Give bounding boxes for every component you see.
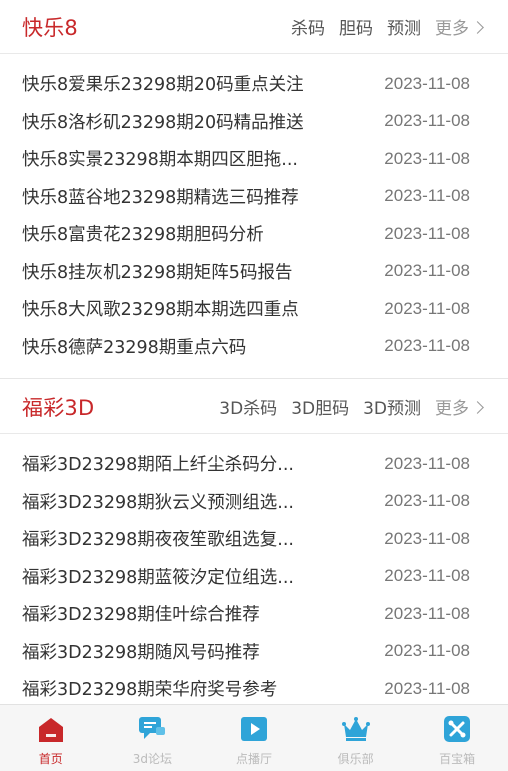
more-link[interactable]: 更多	[435, 394, 484, 419]
item-date: 2023-11-08	[384, 641, 470, 661]
item-title: 快乐8洛杉矶23298期20码精品推送	[22, 112, 304, 133]
more-link[interactable]: 更多	[435, 14, 484, 39]
item-title: 快乐8大风歌23298期本期选四重点	[22, 300, 299, 321]
section-title: 快乐8	[22, 15, 78, 40]
list-item[interactable]: 福彩3D23298期夜夜笙歌组选复... 2023-11-08	[0, 520, 508, 558]
item-date: 2023-11-08	[384, 491, 470, 511]
more-label: 更多	[435, 19, 469, 39]
tab-label: 首页	[38, 752, 63, 766]
home-icon	[36, 714, 66, 744]
list-item[interactable]: 福彩3D23298期佳叶综合推荐 2023-11-08	[0, 595, 508, 633]
crown-icon	[341, 714, 371, 744]
item-title: 福彩3D23298期佳叶综合推荐	[22, 605, 260, 626]
more-label: 更多	[435, 399, 469, 419]
list-item[interactable]: 快乐8富贵花23298期胆码分析 2023-11-08	[0, 215, 508, 253]
tab-label: 点播厅	[235, 752, 272, 766]
section-links: 杀码 胆码 预测 更多	[277, 14, 484, 39]
video-play-icon	[239, 714, 269, 744]
section-title: 福彩3D	[22, 395, 95, 420]
list-item[interactable]: 福彩3D23298期荣华府奖号参考 2023-11-08	[0, 670, 508, 708]
item-date: 2023-11-08	[384, 298, 470, 318]
list-item[interactable]: 快乐8德萨23298期重点六码 2023-11-08	[0, 328, 508, 366]
item-date: 2023-11-08	[384, 223, 470, 243]
section-header: 福彩3D 3D杀码 3D胆码 3D预测 更多	[0, 380, 508, 434]
item-title: 快乐8实景23298期本期四区胆拖...	[22, 150, 298, 171]
section-kl8: 快乐8 杀码 胆码 预测 更多 快乐8爱果乐23298期20码重点关注 2023-…	[0, 0, 508, 365]
link-forecast[interactable]: 预测	[387, 14, 421, 39]
item-title: 快乐8蓝谷地23298期精选三码推荐	[22, 187, 299, 208]
item-title: 福彩3D23298期夜夜笙歌组选复...	[22, 530, 294, 551]
article-list: 福彩3D23298期陌上纤尘杀码分... 2023-11-08 福彩3D23298…	[0, 434, 508, 708]
chevron-right-icon	[471, 20, 484, 34]
bottom-tab-bar: 首页 3d论坛 点播厅 俱乐部 百宝箱	[0, 704, 508, 771]
list-item[interactable]: 福彩3D23298期陌上纤尘杀码分... 2023-11-08	[0, 445, 508, 483]
section-links: 3D杀码 3D胆码 3D预测 更多	[205, 394, 484, 419]
item-date: 2023-11-08	[384, 566, 470, 586]
list-item[interactable]: 快乐8爱果乐23298期20码重点关注 2023-11-08	[0, 65, 508, 103]
item-date: 2023-11-08	[384, 148, 470, 168]
tab-label: 3d论坛	[132, 752, 173, 766]
section-divider	[0, 378, 508, 379]
tab-home[interactable]: 首页	[0, 705, 102, 771]
item-title: 福彩3D23298期荣华府奖号参考	[22, 680, 278, 701]
list-item[interactable]: 快乐8洛杉矶23298期20码精品推送 2023-11-08	[0, 103, 508, 141]
tab-toolbox[interactable]: 百宝箱	[406, 705, 508, 771]
item-title: 快乐8富贵花23298期胆码分析	[22, 225, 264, 246]
list-item[interactable]: 福彩3D23298期蓝筱汐定位组选... 2023-11-08	[0, 558, 508, 596]
tab-label: 俱乐部	[337, 752, 374, 766]
list-item[interactable]: 快乐8蓝谷地23298期精选三码推荐 2023-11-08	[0, 178, 508, 216]
item-title: 快乐8德萨23298期重点六码	[22, 337, 247, 358]
item-title: 福彩3D23298期随风号码推荐	[22, 642, 260, 663]
tab-label: 百宝箱	[439, 752, 476, 766]
item-date: 2023-11-08	[384, 603, 470, 623]
item-date: 2023-11-08	[384, 453, 470, 473]
list-item[interactable]: 快乐8实景23298期本期四区胆拖... 2023-11-08	[0, 140, 508, 178]
item-date: 2023-11-08	[384, 261, 470, 281]
toolbox-icon	[442, 714, 472, 744]
item-date: 2023-11-08	[384, 678, 470, 698]
link-gall-code[interactable]: 胆码	[339, 14, 373, 39]
tab-club[interactable]: 俱乐部	[305, 705, 407, 771]
link-3d-kill-code[interactable]: 3D杀码	[219, 394, 277, 419]
chevron-right-icon	[471, 400, 484, 414]
list-item[interactable]: 快乐8大风歌23298期本期选四重点 2023-11-08	[0, 290, 508, 328]
item-date: 2023-11-08	[384, 186, 470, 206]
list-item[interactable]: 快乐8挂灰机23298期矩阵5码报告 2023-11-08	[0, 253, 508, 291]
list-item[interactable]: 福彩3D23298期随风号码推荐 2023-11-08	[0, 633, 508, 671]
item-date: 2023-11-08	[384, 73, 470, 93]
item-title: 福彩3D23298期蓝筱汐定位组选...	[22, 567, 294, 588]
item-title: 福彩3D23298期陌上纤尘杀码分...	[22, 455, 294, 476]
link-3d-forecast[interactable]: 3D预测	[363, 394, 421, 419]
item-date: 2023-11-08	[384, 336, 470, 356]
item-date: 2023-11-08	[384, 111, 470, 131]
tab-3d-forum[interactable]: 3d论坛	[102, 705, 204, 771]
article-list: 快乐8爱果乐23298期20码重点关注 2023-11-08 快乐8洛杉矶2329…	[0, 54, 508, 365]
tab-video-hall[interactable]: 点播厅	[203, 705, 305, 771]
forum-chat-icon	[137, 714, 167, 744]
section-header: 快乐8 杀码 胆码 预测 更多	[0, 0, 508, 54]
link-3d-gall-code[interactable]: 3D胆码	[291, 394, 349, 419]
section-fc3d: 福彩3D 3D杀码 3D胆码 3D预测 更多 福彩3D23298期陌上纤尘杀码分…	[0, 380, 508, 708]
item-title: 快乐8挂灰机23298期矩阵5码报告	[22, 262, 293, 283]
item-title: 快乐8爱果乐23298期20码重点关注	[22, 75, 304, 96]
list-item[interactable]: 福彩3D23298期狄云义预测组选... 2023-11-08	[0, 483, 508, 521]
item-title: 福彩3D23298期狄云义预测组选...	[22, 492, 294, 513]
link-kill-code[interactable]: 杀码	[291, 14, 325, 39]
item-date: 2023-11-08	[384, 528, 470, 548]
